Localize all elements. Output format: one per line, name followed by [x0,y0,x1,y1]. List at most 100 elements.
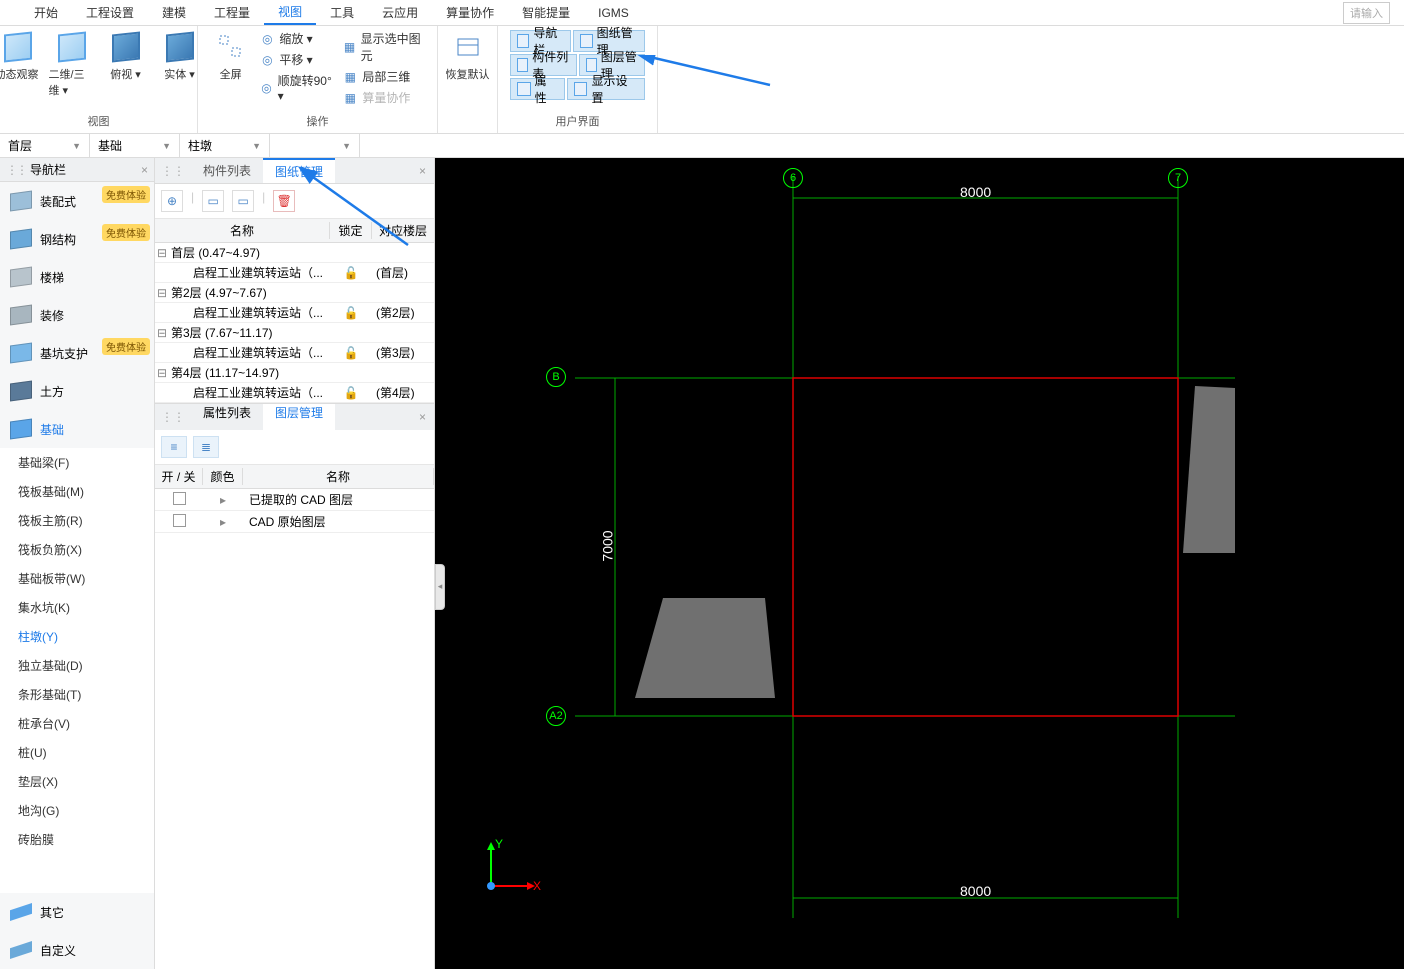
view-button[interactable]: 二维/三维 ▾ [49,30,95,98]
grid-label: A2 [546,706,566,726]
nav-category[interactable]: 基础 [0,410,154,448]
nav-category[interactable]: 其它 [0,893,154,931]
grip-icon: ⋮⋮ [155,410,191,424]
viewport[interactable]: ◂ 67BA2 800070008000 Y X [435,158,1404,969]
table-row[interactable]: ⊟第3层 (7.67~11.17) [155,323,434,343]
restore-default-button[interactable]: 恢复默认 [445,30,491,82]
fullscreen-button[interactable]: 全屏 [210,30,251,82]
table-row[interactable]: ⊟首层 (0.47~4.97) [155,243,434,263]
nav-category[interactable]: 装配式免费体验 [0,182,154,220]
table-row[interactable]: 启程工业建筑转运站（...🔓(第3层) [155,343,434,363]
op-item[interactable]: ▦显示选中图元 [342,30,425,64]
svg-text:X: X [533,879,541,893]
nav-subitem[interactable]: 桩承台(V) [0,709,154,738]
add-icon[interactable]: ⊕ [161,190,183,212]
ribbon-group-label: 操作 [307,109,329,133]
op-item[interactable]: ◎顺旋转90° ▾ [259,72,334,103]
search-input[interactable]: 请输入 [1343,2,1390,24]
op-item[interactable]: ▦局部三维 [342,68,425,85]
ui-panel-button[interactable]: 属性 [510,78,565,100]
ribbon-group-label: 视图 [88,109,110,133]
nav-category[interactable]: 土方 [0,372,154,410]
delete-icon[interactable]: 🗑 [273,190,295,212]
drawing-toolbar: ⊕ | ▭ ▭ | 🗑 [155,184,434,219]
middle-column: ⋮⋮ 构件列表图纸管理 × ⊕ | ▭ ▭ | 🗑 名称 锁定 对应楼层 ⊟首层… [155,158,435,969]
nav-subitem[interactable]: 桩(U) [0,738,154,767]
panel-tab[interactable]: 图纸管理 [263,158,335,183]
nav-subitem[interactable]: 砖胎膜 [0,825,154,854]
nav-category[interactable]: 装修 [0,296,154,334]
menu-tab[interactable]: 建模 [148,0,200,25]
nav-subitem[interactable]: 垫层(X) [0,767,154,796]
sidebar: ⋮⋮ 导航栏 × 装配式免费体验钢结构免费体验楼梯装修基坑支护免费体验土方基础 … [0,158,155,969]
nav-subitem[interactable]: 筏板基础(M) [0,477,154,506]
close-icon[interactable]: × [411,164,434,178]
menu-tab[interactable]: 视图 [264,0,316,25]
lock-icon[interactable]: 🔓 [330,306,372,320]
op-item[interactable]: ◎缩放 ▾ [259,30,334,47]
selector-dropdown[interactable]: ▼ [270,134,360,157]
ui-panel-button[interactable]: 显示设置 [567,78,645,100]
menu-tab[interactable]: IGMS [584,0,643,25]
lock-icon[interactable]: 🔓 [330,346,372,360]
selector-dropdown[interactable]: 基础▼ [90,134,180,157]
view-button[interactable]: 动态观察 ▾ [0,30,41,95]
menu-tab[interactable]: 工程量 [200,0,264,25]
dimension-text: 7000 [600,530,616,561]
nav-category[interactable]: 钢结构免费体验 [0,220,154,258]
nav-category[interactable]: 楼梯 [0,258,154,296]
checkbox[interactable] [173,514,186,527]
grid-label: 7 [1168,168,1188,188]
selector-dropdown[interactable]: 柱墩▼ [180,134,270,157]
nav-subitem[interactable]: 独立基础(D) [0,651,154,680]
nav-category[interactable]: 自定义 [0,931,154,969]
selector-bar: 首层▼基础▼柱墩▼▼ [0,134,1404,158]
table-row[interactable]: ⊟第4层 (11.17~14.97) [155,363,434,383]
selector-dropdown[interactable]: 首层▼ [0,134,90,157]
menu-tab[interactable]: 算量协作 [432,0,508,25]
lock-icon[interactable]: 🔓 [330,386,372,400]
grid-label: 6 [783,168,803,188]
main-menu: 开始工程设置建模工程量视图工具云应用算量协作智能提量IGMS [0,0,1404,26]
property-tabs: ⋮⋮ 属性列表图层管理 × [155,404,434,430]
nav-subitem[interactable]: 柱墩(Y) [0,622,154,651]
dimension-text: 8000 [960,184,991,200]
close-icon[interactable]: × [411,410,434,424]
menu-tab[interactable]: 工程设置 [72,0,148,25]
panel-tab[interactable]: 构件列表 [191,158,263,183]
table-row[interactable]: 启程工业建筑转运站（...🔓(第4层) [155,383,434,403]
table-row[interactable]: 启程工业建筑转运站（...🔓(首层) [155,263,434,283]
layer-tool2-icon[interactable]: ≣ [193,436,219,458]
nav-category[interactable]: 基坑支护免费体验 [0,334,154,372]
nav-subitem[interactable]: 地沟(G) [0,796,154,825]
nav-subitem[interactable]: 基础梁(F) [0,448,154,477]
op-item[interactable]: ◎平移 ▾ [259,51,334,68]
nav-subitem[interactable]: 集水坑(K) [0,593,154,622]
view-button[interactable]: 俯视 ▾ [103,30,149,82]
menu-tab[interactable]: 智能提量 [508,0,584,25]
checkbox[interactable] [173,492,186,505]
menu-tab[interactable]: 工具 [316,0,368,25]
grip-icon: ⋮⋮ [6,163,26,177]
nav-subitem[interactable]: 基础板带(W) [0,564,154,593]
view-button[interactable]: 实体 ▾ [157,30,203,82]
ribbon-group-label: 用户界面 [556,109,600,133]
nav-subitem[interactable]: 筏板主筋(R) [0,506,154,535]
menu-tab[interactable]: 云应用 [368,0,432,25]
layer-table-header: 开 / 关 颜色 名称 [155,465,434,489]
layer-tool1-icon[interactable]: ≡ [161,436,187,458]
table-row[interactable]: 启程工业建筑转运站（...🔓(第2层) [155,303,434,323]
table-row[interactable]: ▸CAD 原始图层 [155,511,434,533]
lock-icon[interactable]: 🔓 [330,266,372,280]
table-row[interactable]: ⊟第2层 (4.97~7.67) [155,283,434,303]
panel-tab[interactable]: 属性列表 [191,404,263,430]
table-row[interactable]: ▸已提取的 CAD 图层 [155,489,434,511]
doc-icon[interactable]: ▭ [202,190,224,212]
close-icon[interactable]: × [141,163,148,177]
grid-label: B [546,367,566,387]
menu-tab[interactable]: 开始 [20,0,72,25]
panel-tab[interactable]: 图层管理 [263,404,335,430]
nav-subitem[interactable]: 筏板负筋(X) [0,535,154,564]
doc2-icon[interactable]: ▭ [232,190,254,212]
nav-subitem[interactable]: 条形基础(T) [0,680,154,709]
